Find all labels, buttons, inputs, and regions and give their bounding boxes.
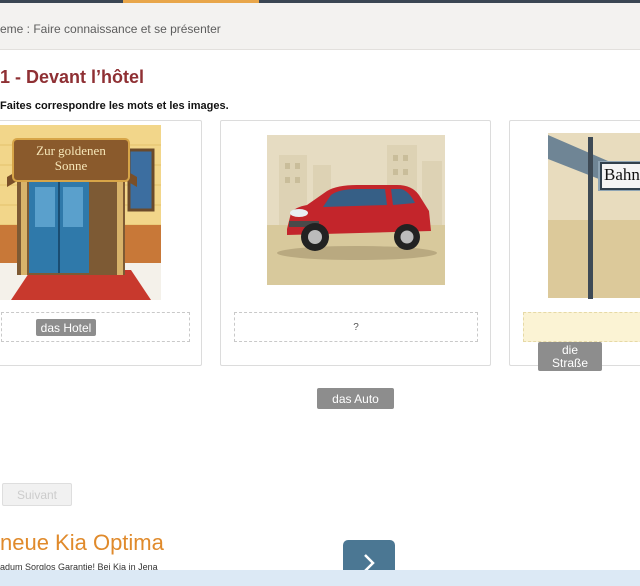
dropzone-2[interactable]: ?	[234, 312, 478, 342]
card-street: Bahn	[509, 120, 640, 366]
ad-title[interactable]: neue Kia Optima	[0, 530, 164, 556]
word-chip-das-auto[interactable]: das Auto	[317, 388, 394, 409]
exercise-instruction: Faites correspondre les mots et les imag…	[0, 100, 229, 112]
hotel-image: Zur goldenen Sonne	[0, 125, 161, 300]
bottom-strip	[0, 570, 640, 586]
dropzone-3[interactable]	[523, 312, 640, 342]
hotel-sign-line-1: Zur goldenen	[36, 143, 106, 158]
word-chip-line-1: die	[561, 342, 578, 357]
hotel-sign-text: Zur goldenen Sonne	[13, 143, 129, 173]
breadcrumb-bar: eme : Faire connaissance et se présenter	[0, 3, 640, 50]
exercise-title: 1 - Devant l’hôtel	[0, 67, 145, 87]
card-car: ?	[220, 120, 491, 366]
car-image	[267, 125, 445, 300]
card-hotel: Zur goldenen Sonne	[0, 120, 202, 366]
street-sign-image: Bahn	[548, 125, 640, 300]
next-button[interactable]: Suivant	[2, 483, 72, 506]
word-chip-die-strasse[interactable]: die Straße	[538, 342, 602, 371]
hotel-sign-line-2: Sonne	[54, 158, 88, 173]
word-chip-line-2: Straße	[551, 355, 588, 370]
word-chip-das-hotel[interactable]: das Hotel	[36, 319, 96, 336]
street-sign-text: Bahn	[604, 165, 640, 184]
breadcrumb: eme : Faire connaissance et se présenter	[0, 22, 221, 36]
